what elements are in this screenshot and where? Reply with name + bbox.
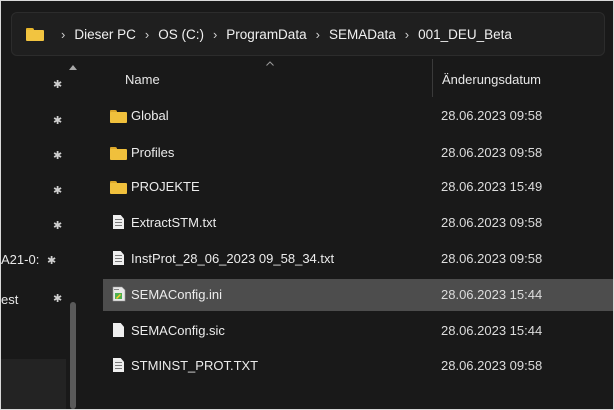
file-name: ExtractSTM.txt [131,215,217,230]
file-date: 28.06.2023 15:44 [441,287,543,302]
file-date: 28.06.2023 15:49 [441,179,543,194]
file-date: 28.06.2023 09:58 [441,145,543,160]
pin-icon[interactable]: ✱ [53,219,62,232]
breadcrumb-item-dieser-pc[interactable]: Dieser PC [74,27,136,42]
folder-icon [26,27,44,41]
list-item[interactable]: PROJEKTE 28.06.2023 15:49 [103,171,613,203]
pin-icon[interactable]: ✱ [47,254,56,267]
breadcrumb-separator: › [61,26,66,42]
file-date: 28.06.2023 09:58 [441,358,543,373]
file-date: 28.06.2023 15:44 [441,323,543,338]
text-file-icon [113,215,124,229]
navigation-pane: ✱ ✱ ✱ ✱ ✱ A21-0: ✱ est ✱ [1,59,93,409]
file-name: InstProt_28_06_2023 09_58_34.txt [131,251,335,266]
folder-icon [110,110,127,123]
pin-icon[interactable]: ✱ [53,114,62,127]
pin-icon[interactable]: ✱ [53,78,62,91]
file-explorer-window: › Dieser PC › OS (C:) › ProgramData › SE… [0,0,614,410]
breadcrumb-separator[interactable]: › [316,27,320,42]
list-item[interactable]: Global 28.06.2023 09:58 [103,100,613,132]
scroll-up-icon[interactable] [69,65,77,70]
pin-icon[interactable]: ✱ [53,292,62,305]
blank-file-icon [113,323,124,337]
ini-file-icon [112,286,126,302]
breadcrumb-separator[interactable]: › [213,27,217,42]
list-item[interactable]: SEMAConfig.sic 28.06.2023 15:44 [103,315,613,347]
breadcrumb-item-001-deu-beta[interactable]: 001_DEU_Beta [418,27,512,42]
list-item[interactable]: InstProt_28_06_2023 09_58_34.txt 28.06.2… [103,243,613,275]
file-name: Global [131,108,169,123]
breadcrumb-item-programdata[interactable]: ProgramData [226,27,306,42]
text-file-icon [113,358,124,372]
breadcrumb-item-os-c[interactable]: OS (C:) [158,27,204,42]
list-item[interactable]: STMINST_PROT.TXT 28.06.2023 09:58 [103,350,613,382]
pin-icon[interactable]: ✱ [53,184,62,197]
pin-icon[interactable]: ✱ [53,149,62,162]
nav-item-selected[interactable] [1,359,66,409]
file-name: PROJEKTE [131,179,200,194]
file-name: STMINST_PROT.TXT [131,358,259,373]
folder-icon [110,181,127,194]
column-header-date[interactable]: Änderungsdatum [442,72,541,87]
list-item-selected[interactable]: SEMAConfig.ini 28.06.2023 15:44 [103,279,613,311]
column-header-row: Name Änderungsdatum [93,59,613,97]
breadcrumb-separator[interactable]: › [405,27,409,42]
file-name: SEMAConfig.ini [131,287,223,302]
column-header-name[interactable]: Name [125,72,160,87]
file-date: 28.06.2023 09:58 [441,251,543,266]
breadcrumb-item-semadata[interactable]: SEMAData [329,27,396,42]
file-name: SEMAConfig.sic [131,323,225,338]
file-name: Profiles [131,145,175,160]
breadcrumb-separator[interactable]: › [145,27,149,42]
list-item[interactable]: Profiles 28.06.2023 09:58 [103,137,613,169]
nav-item-label[interactable]: est [1,292,18,307]
list-item[interactable]: ExtractSTM.txt 28.06.2023 09:58 [103,207,613,239]
address-bar[interactable]: › Dieser PC › OS (C:) › ProgramData › SE… [11,12,605,56]
folder-icon [110,147,127,160]
nav-item-label[interactable]: A21-0: [1,252,39,267]
column-divider[interactable] [432,59,433,97]
scrollbar-thumb[interactable] [70,302,76,409]
sort-ascending-icon [266,61,274,66]
file-date: 28.06.2023 09:58 [441,108,543,123]
text-file-icon [113,251,124,265]
file-date: 28.06.2023 09:58 [441,215,543,230]
